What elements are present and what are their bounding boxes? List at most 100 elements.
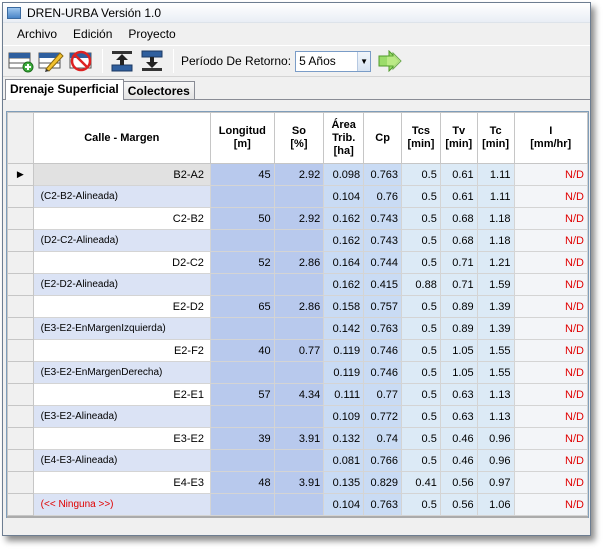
cell-i[interactable]: N/D — [513, 229, 588, 252]
cell-longitud[interactable]: 39 — [209, 427, 275, 450]
col-header-tc[interactable]: Tc [min] — [476, 112, 515, 164]
cell-i[interactable]: N/D — [513, 427, 588, 450]
cell-i[interactable]: N/D — [513, 163, 588, 186]
cell-so[interactable] — [273, 273, 325, 296]
cell-i[interactable]: N/D — [513, 449, 588, 472]
cell-i[interactable]: N/D — [513, 361, 588, 384]
cell-calle[interactable]: E3-E2 — [32, 427, 211, 450]
cell-i[interactable]: N/D — [513, 493, 588, 516]
cell-area[interactable]: 0.104 — [323, 493, 365, 516]
cell-calle[interactable]: C2-B2 — [32, 207, 211, 230]
cell-area[interactable]: 0.132 — [323, 427, 365, 450]
data-grid[interactable]: Calle - Margen Longitud [m] So [%] Área … — [6, 111, 589, 519]
cell-tcs[interactable]: 0.5 — [401, 317, 441, 340]
cell-cp[interactable]: 0.415 — [363, 273, 403, 296]
cell-tc[interactable]: 1.11 — [476, 185, 515, 208]
cell-area[interactable]: 0.119 — [323, 361, 365, 384]
cell-cp[interactable]: 0.757 — [363, 295, 403, 318]
table-row[interactable]: (E4-E3-Alineada) 0.081 0.766 0.5 0.46 0.96 N/D — [7, 449, 588, 472]
row-header[interactable] — [7, 361, 34, 384]
cell-area[interactable]: 0.142 — [323, 317, 365, 340]
cell-tcs[interactable]: 0.5 — [401, 185, 441, 208]
row-header[interactable] — [7, 405, 34, 428]
cell-tc[interactable]: 1.55 — [476, 339, 515, 362]
cell-i[interactable]: N/D — [513, 405, 588, 428]
cell-tcs[interactable]: 0.5 — [401, 339, 441, 362]
cell-tv[interactable]: 0.61 — [439, 185, 478, 208]
table-row[interactable]: ▶ B2-A2 45 2.92 0.098 0.763 0.5 0.61 1.11 N/D — [7, 163, 588, 186]
cell-tc[interactable]: 0.97 — [476, 471, 515, 494]
cell-tcs[interactable]: 0.5 — [401, 163, 441, 186]
cell-tcs[interactable]: 0.41 — [401, 471, 441, 494]
cell-cp[interactable]: 0.763 — [363, 317, 403, 340]
cell-longitud[interactable] — [209, 405, 275, 428]
table-row[interactable]: (C2-B2-Alineada) 0.104 0.76 0.5 0.61 1.11 N/D — [7, 185, 588, 208]
cell-longitud[interactable] — [209, 449, 275, 472]
cell-tv[interactable]: 0.56 — [439, 493, 478, 516]
cell-tv[interactable]: 0.71 — [439, 273, 478, 296]
cell-tc[interactable]: 1.18 — [476, 207, 515, 230]
table-row[interactable]: D2-C2 52 2.86 0.164 0.744 0.5 0.71 1.21 N/D — [7, 251, 588, 274]
cell-tcs[interactable]: 0.5 — [401, 295, 441, 318]
cell-tc[interactable]: 1.55 — [476, 361, 515, 384]
table-row[interactable]: (E3-E2-EnMargenDerecha) 0.119 0.746 0.5 1.05… — [7, 361, 588, 384]
cell-so[interactable]: 2.92 — [273, 163, 325, 186]
cell-calle[interactable]: (E3-E2-Alineada) — [32, 405, 211, 428]
cell-so[interactable]: 0.77 — [273, 339, 325, 362]
cell-calle[interactable]: (C2-B2-Alineada) — [32, 185, 211, 208]
table-row[interactable]: E3-E2 39 3.91 0.132 0.74 0.5 0.46 0.96 N/D — [7, 427, 588, 450]
cell-longitud[interactable] — [209, 229, 275, 252]
cell-tc[interactable]: 1.39 — [476, 295, 515, 318]
cell-calle[interactable]: E2-E1 — [32, 383, 211, 406]
cell-longitud[interactable]: 40 — [209, 339, 275, 362]
menu-archivo[interactable]: Archivo — [9, 27, 65, 41]
cell-longitud[interactable] — [209, 185, 275, 208]
cell-cp[interactable]: 0.743 — [363, 229, 403, 252]
cell-calle[interactable]: B2-A2 — [32, 163, 211, 186]
row-header[interactable] — [7, 427, 34, 450]
cell-so[interactable] — [273, 405, 325, 428]
row-header[interactable] — [7, 493, 34, 516]
table-row[interactable]: (E3-E2-Alineada) 0.109 0.772 0.5 0.63 1.13 N/D — [7, 405, 588, 428]
row-header[interactable] — [7, 383, 34, 406]
move-up-button[interactable] — [108, 47, 136, 75]
cell-tc[interactable]: 1.59 — [476, 273, 515, 296]
cell-i[interactable]: N/D — [513, 273, 588, 296]
cell-area[interactable]: 0.158 — [323, 295, 365, 318]
cell-longitud[interactable]: 45 — [209, 163, 275, 186]
cell-tcs[interactable]: 0.5 — [401, 493, 441, 516]
cell-tv[interactable]: 0.63 — [439, 383, 478, 406]
cell-tv[interactable]: 0.68 — [439, 229, 478, 252]
cell-tv[interactable]: 1.05 — [439, 339, 478, 362]
period-select[interactable]: 5 Años ▼ — [295, 50, 372, 72]
menu-edicion[interactable]: Edición — [65, 27, 120, 41]
cell-calle[interactable]: (D2-C2-Alineada) — [32, 229, 211, 252]
cell-tv[interactable]: 0.56 — [439, 471, 478, 494]
cell-cp[interactable]: 0.763 — [363, 493, 403, 516]
cell-tcs[interactable]: 0.88 — [401, 273, 441, 296]
col-header-so[interactable]: So [%] — [273, 112, 325, 164]
move-down-button[interactable] — [138, 47, 166, 75]
cell-so[interactable]: 2.86 — [273, 251, 325, 274]
cell-area[interactable]: 0.119 — [323, 339, 365, 362]
cell-tv[interactable]: 1.05 — [439, 361, 478, 384]
cell-tc[interactable]: 0.96 — [476, 427, 515, 450]
cell-calle[interactable]: E2-D2 — [32, 295, 211, 318]
cell-i[interactable]: N/D — [513, 207, 588, 230]
table-row[interactable]: (<< Ninguna >>) 0.104 0.763 0.5 0.56 1.06 N/D — [7, 493, 588, 516]
cell-longitud[interactable]: 48 — [209, 471, 275, 494]
cell-tc[interactable]: 1.18 — [476, 229, 515, 252]
cell-tc[interactable]: 1.13 — [476, 383, 515, 406]
cell-tcs[interactable]: 0.5 — [401, 427, 441, 450]
table-row[interactable]: (E2-D2-Alineada) 0.162 0.415 0.88 0.71 1.59 N/… — [7, 273, 588, 296]
cell-cp[interactable]: 0.74 — [363, 427, 403, 450]
cell-tv[interactable]: 0.46 — [439, 427, 478, 450]
cell-tv[interactable]: 0.46 — [439, 449, 478, 472]
cell-i[interactable]: N/D — [513, 317, 588, 340]
cell-so[interactable] — [273, 493, 325, 516]
col-header-cp[interactable]: Cp — [363, 112, 403, 164]
table-row[interactable]: C2-B2 50 2.92 0.162 0.743 0.5 0.68 1.18 N/D — [7, 207, 588, 230]
row-header[interactable] — [7, 229, 34, 252]
cell-tc[interactable]: 1.11 — [476, 163, 515, 186]
cell-tc[interactable]: 0.96 — [476, 449, 515, 472]
